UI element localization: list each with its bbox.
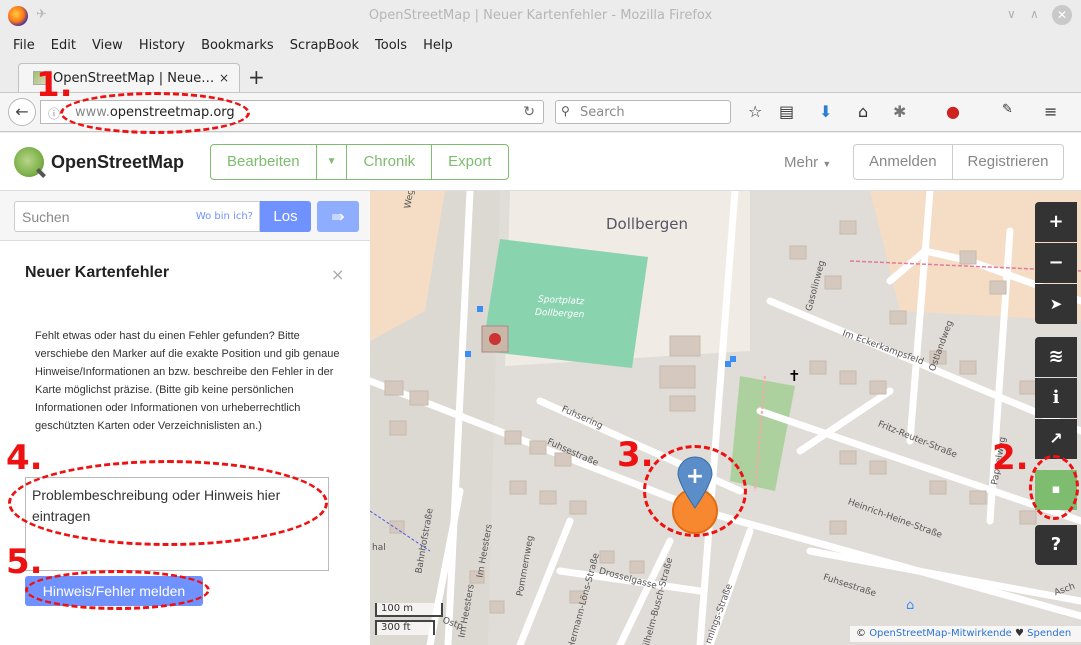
annotation-3: 3. xyxy=(617,435,654,475)
menu-file[interactable]: File xyxy=(13,38,35,53)
locate-icon[interactable]: ➤ xyxy=(1035,284,1077,324)
panel-instructions: Fehlt etwas oder hast du einen Fehler ge… xyxy=(35,330,340,432)
search-input[interactable]: Suchen Wo bin ich? xyxy=(14,201,260,232)
menu-scrapbook[interactable]: ScrapBook xyxy=(290,38,359,53)
edit-dropdown-icon[interactable]: ▼ xyxy=(317,145,348,179)
share-icon[interactable]: ↗ xyxy=(1035,419,1077,459)
home-icon[interactable]: ⌂ xyxy=(858,102,868,121)
chevron-down-icon: ▼ xyxy=(822,159,832,169)
browser-search-box[interactable]: ⚲ Search xyxy=(555,100,731,124)
church-icon: ✝ xyxy=(788,367,801,385)
extension-icon[interactable]: ✱ xyxy=(893,102,906,121)
maximize-icon[interactable]: ∧ xyxy=(1030,7,1039,21)
osm-header: OpenStreetMap Bearbeiten ▼ Chronik Expor… xyxy=(0,133,1081,191)
where-am-i-link[interactable]: Wo bin ich? xyxy=(196,211,253,222)
map-attribution: © OpenStreetMap-Mitwirkende ♥ Spenden xyxy=(850,626,1081,642)
osm-logo-icon[interactable] xyxy=(14,147,44,177)
hamburger-menu-icon[interactable]: ≡ xyxy=(1044,102,1057,121)
edit-button[interactable]: Bearbeiten xyxy=(211,145,317,179)
annotation-oval-url xyxy=(60,92,250,134)
menu-edit[interactable]: Edit xyxy=(51,38,76,53)
search-placeholder: Search xyxy=(580,105,625,120)
login-button[interactable]: Anmelden xyxy=(854,145,953,179)
panel-title: Neuer Kartenfehler xyxy=(25,264,170,281)
menu-tools[interactable]: Tools xyxy=(375,38,407,53)
site-info-icon[interactable]: ⓘ xyxy=(48,105,60,122)
panel-close-icon[interactable]: × xyxy=(331,265,344,284)
search-bar: Suchen Wo bin ich? Los ⇛ xyxy=(0,191,370,241)
edit-button-group: Bearbeiten ▼ Chronik Export xyxy=(210,144,509,180)
attribution-prefix: © xyxy=(856,628,870,639)
tab-label: OpenStreetMap | Neue… xyxy=(53,70,215,86)
extension-figure-icon[interactable]: ✎ xyxy=(1002,102,1013,117)
tab-close-icon[interactable]: × xyxy=(219,71,229,85)
reading-list-icon[interactable]: ▤ xyxy=(779,102,794,121)
back-button[interactable]: ← xyxy=(8,98,36,126)
house-icon: ⌂ xyxy=(906,598,914,613)
annotation-oval-submit xyxy=(25,570,210,610)
menu-bar: File Edit View History Bookmarks ScrapBo… xyxy=(0,34,1081,56)
map-label-hal: hal xyxy=(372,543,386,553)
annotation-5: 5. xyxy=(6,542,43,582)
map-canvas[interactable]: + ✝ ⌂ Dollbergen Sportplatz Dollbergen F… xyxy=(370,191,1081,645)
annotation-oval-textarea xyxy=(8,460,328,546)
bookmark-star-icon[interactable]: ☆ xyxy=(748,102,762,121)
scale-metric: 100 m xyxy=(375,603,443,617)
search-input-placeholder: Suchen xyxy=(22,209,70,225)
attribution-donate-link[interactable]: Spenden xyxy=(1027,628,1071,639)
tab-bar: OpenStreetMap | Neue… × + xyxy=(0,60,1081,92)
menu-bookmarks[interactable]: Bookmarks xyxy=(201,38,274,53)
history-button[interactable]: Chronik xyxy=(347,145,433,179)
scale-imperial: 300 ft xyxy=(375,620,435,635)
zoom-in-button[interactable]: + xyxy=(1035,202,1077,242)
download-icon[interactable]: ⬇ xyxy=(819,102,832,121)
annotation-oval-note xyxy=(1029,455,1079,520)
adblock-icon[interactable]: ● xyxy=(946,102,960,121)
heart-icon: ♥ xyxy=(1011,628,1028,639)
map-label-town: Dollbergen xyxy=(606,215,688,233)
annotation-4: 4. xyxy=(6,438,43,478)
attribution-contributors-link[interactable]: OpenStreetMap-Mitwirkende xyxy=(869,628,1012,639)
close-window-icon[interactable]: ✕ xyxy=(1052,5,1072,25)
export-button[interactable]: Export xyxy=(432,145,507,179)
annotation-oval-marker xyxy=(643,445,747,537)
menu-history[interactable]: History xyxy=(139,38,185,53)
annotation-1: 1. xyxy=(36,65,73,105)
menu-view[interactable]: View xyxy=(92,38,123,53)
search-engine-icon[interactable]: ⚲ xyxy=(561,104,570,118)
zoom-out-button[interactable]: − xyxy=(1035,243,1077,283)
menu-help[interactable]: Help xyxy=(423,38,453,53)
directions-icon[interactable]: ⇛ xyxy=(317,201,359,232)
info-icon[interactable]: i xyxy=(1035,378,1077,418)
reload-icon[interactable]: ↻ xyxy=(523,104,535,120)
more-menu[interactable]: Mehr ▼ xyxy=(784,154,831,171)
window-title: OpenStreetMap | Neuer Kartenfehler - Moz… xyxy=(368,8,713,23)
osm-brand[interactable]: OpenStreetMap xyxy=(51,152,184,173)
minimize-icon[interactable]: ∨ xyxy=(1007,7,1016,21)
new-tab-button[interactable]: + xyxy=(248,65,265,89)
auth-button-group: Anmelden Registrieren xyxy=(853,144,1065,180)
register-button[interactable]: Registrieren xyxy=(953,145,1064,179)
layers-icon[interactable]: ≋ xyxy=(1035,337,1077,377)
map-scale: 100 m 300 ft xyxy=(375,603,443,637)
help-button[interactable]: ? xyxy=(1035,525,1077,565)
annotation-2: 2. xyxy=(992,438,1029,478)
search-go-button[interactable]: Los xyxy=(260,201,311,232)
more-label: Mehr xyxy=(784,154,819,171)
window-titlebar: ✈ OpenStreetMap | Neuer Kartenfehler - M… xyxy=(0,0,1081,32)
